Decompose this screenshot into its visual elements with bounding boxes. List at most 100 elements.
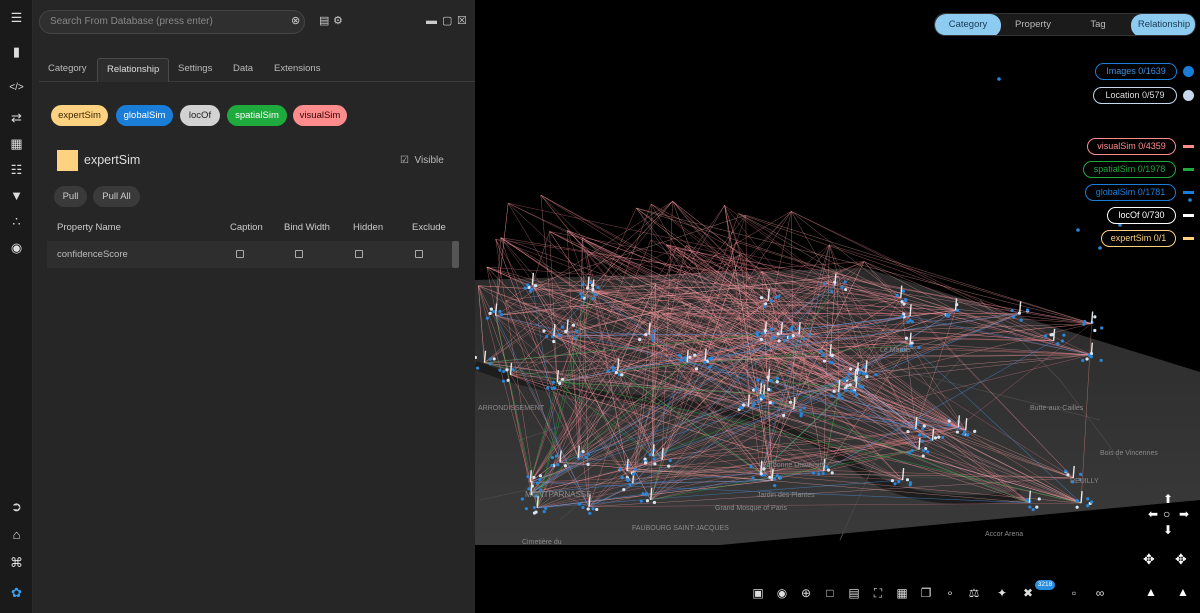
pan-right-icon[interactable]: ➡ — [1179, 507, 1189, 521]
pan-down-icon[interactable]: ⬇ — [1163, 523, 1173, 537]
panel-scrollbar[interactable] — [452, 241, 459, 268]
graph-node — [538, 474, 543, 478]
legend-node-images[interactable]: Images 0/1639 — [1095, 63, 1177, 80]
pull-button[interactable]: Pull — [54, 186, 87, 207]
globe-icon[interactable]: ◉ — [0, 236, 33, 258]
home-icon[interactable]: ⌂ — [0, 523, 33, 545]
legend-edge-locof[interactable]: locOf 0/730 — [1107, 207, 1176, 224]
filter-nodes-icon[interactable]: ✦ — [994, 585, 1010, 601]
toggle-tag[interactable]: Tag — [1065, 14, 1131, 35]
graph-node — [558, 381, 562, 385]
graph-node — [947, 419, 951, 423]
relationship-chip-expertsim[interactable]: expertSim — [51, 105, 108, 126]
caption-checkbox[interactable] — [236, 250, 244, 258]
code-icon[interactable]: </> — [0, 77, 33, 99]
maximize-icon[interactable]: ▢ — [442, 12, 452, 30]
logout-icon[interactable]: ➲ — [0, 495, 33, 517]
toggle-property[interactable]: Property — [1001, 14, 1065, 35]
relationship-chip-visualsim[interactable]: visualSim — [293, 105, 347, 126]
pin-icon[interactable]: ✖ — [1020, 585, 1036, 601]
commit-icon[interactable]: ∘ — [942, 585, 958, 601]
graph-node — [1056, 342, 1060, 346]
map-label: MONTPARNASSE — [525, 490, 592, 499]
command-icon[interactable]: ⌘ — [0, 551, 33, 573]
map-label: Sorbonne University — [762, 462, 826, 469]
table-icon[interactable]: ▦ — [0, 132, 33, 154]
swap-icon[interactable]: ⇄ — [0, 106, 33, 128]
visible-toggle[interactable]: ☑ Visible — [400, 155, 444, 166]
network-icon[interactable]: ∴ — [0, 210, 33, 232]
graph-node — [900, 300, 904, 304]
toggle-category[interactable]: Category — [935, 14, 1001, 35]
graph-node — [688, 355, 692, 359]
menu-icon[interactable]: ☰ — [0, 6, 33, 28]
legend-edge-globalsim[interactable]: globalSim 0/1781 — [1085, 184, 1176, 201]
stamp-icon[interactable]: ⚖ — [966, 585, 982, 601]
graph-node — [620, 475, 624, 479]
graph-node — [575, 329, 579, 334]
pull-all-button[interactable]: Pull All — [93, 186, 140, 207]
graph-node — [962, 430, 967, 435]
graph-node — [532, 511, 537, 515]
close-icon[interactable]: ☒ — [457, 12, 467, 30]
map-label: ARRONDISSEMENT — [478, 405, 545, 412]
tab-data[interactable]: Data — [224, 58, 262, 82]
pan-up-icon[interactable]: ⬆ — [1163, 492, 1173, 506]
tab-extensions[interactable]: Extensions — [265, 58, 329, 82]
minimize-icon[interactable]: ▬ — [426, 12, 437, 30]
legend-edge-expertsim[interactable]: expertSim 0/1 — [1101, 230, 1176, 247]
bind-width-checkbox[interactable] — [295, 250, 303, 258]
search-input[interactable]: Search From Database (press enter) — [39, 10, 305, 34]
relationship-color-swatch[interactable] — [57, 150, 78, 171]
exclude-checkbox[interactable] — [415, 250, 423, 258]
tilt-down-icon[interactable]: ▲ — [1145, 585, 1157, 599]
hierarchy-icon[interactable]: ☷ — [0, 158, 33, 180]
map-label: Bois de Vincennes — [1100, 450, 1158, 457]
relationship-chip-spatialsim[interactable]: spatialSim — [227, 105, 287, 126]
graph-node — [922, 448, 926, 453]
graph-node — [1064, 469, 1068, 473]
rotate-left-icon[interactable]: ✥ — [1143, 552, 1155, 566]
graph-node — [763, 473, 767, 477]
tab-relationship[interactable]: Relationship — [97, 58, 170, 82]
pan-left-icon[interactable]: ⬅ — [1148, 507, 1158, 521]
graph-node — [1086, 504, 1090, 508]
toggle-relationship[interactable]: Relationship — [1131, 14, 1195, 35]
graph-node — [620, 373, 624, 377]
shuffle-icon[interactable]: ∞ — [1092, 585, 1108, 601]
expand-icon[interactable]: ⛶ — [870, 585, 886, 601]
relationship-chip-globalsim[interactable]: globalSim — [116, 105, 173, 126]
legend-node-location[interactable]: Location 0/579 — [1093, 87, 1177, 104]
camera-icon[interactable]: ◉ — [774, 585, 790, 601]
export-icon[interactable]: ▫ — [1066, 585, 1082, 601]
zoom-fit-icon[interactable]: □ — [822, 585, 838, 601]
tilt-up-icon[interactable]: ▲ — [1177, 585, 1189, 599]
legend-edge-visualsim[interactable]: visualSim 0/4359 — [1087, 138, 1176, 155]
copy-icon[interactable]: ❐ — [918, 585, 934, 601]
rotate-right-icon[interactable]: ✥ — [1175, 552, 1187, 566]
frame-icon[interactable]: ▦ — [894, 585, 910, 601]
relationship-chip-locof[interactable]: locOf — [180, 105, 220, 126]
hidden-checkbox[interactable] — [355, 250, 363, 258]
file-icon[interactable]: ▮ — [0, 40, 33, 62]
graph-node — [644, 491, 649, 496]
graph-node — [498, 309, 502, 314]
graph-node — [614, 371, 618, 375]
reset-view-icon[interactable]: ○ — [1163, 507, 1170, 521]
graph-node — [492, 309, 496, 314]
gear-icon[interactable]: ⚙ — [333, 12, 343, 30]
legend-edge-spatialsim[interactable]: spatialSim 0/1978 — [1083, 161, 1176, 178]
clear-search-icon[interactable]: ⊗ — [291, 12, 300, 30]
tab-settings[interactable]: Settings — [169, 58, 221, 82]
graph-node — [626, 478, 630, 483]
tab-category[interactable]: Category — [39, 58, 96, 82]
select-area-icon[interactable]: ▣ — [750, 585, 766, 601]
filter-icon[interactable]: ▼ — [0, 184, 33, 206]
graph-node — [906, 429, 910, 434]
database-icon[interactable]: ▤ — [319, 12, 329, 30]
community-icon[interactable]: ✿ — [0, 581, 33, 603]
target-icon[interactable]: ⊕ — [798, 585, 814, 601]
node-stack — [918, 437, 921, 450]
image-icon[interactable]: ▤ — [846, 585, 862, 601]
graph-node — [708, 365, 712, 369]
